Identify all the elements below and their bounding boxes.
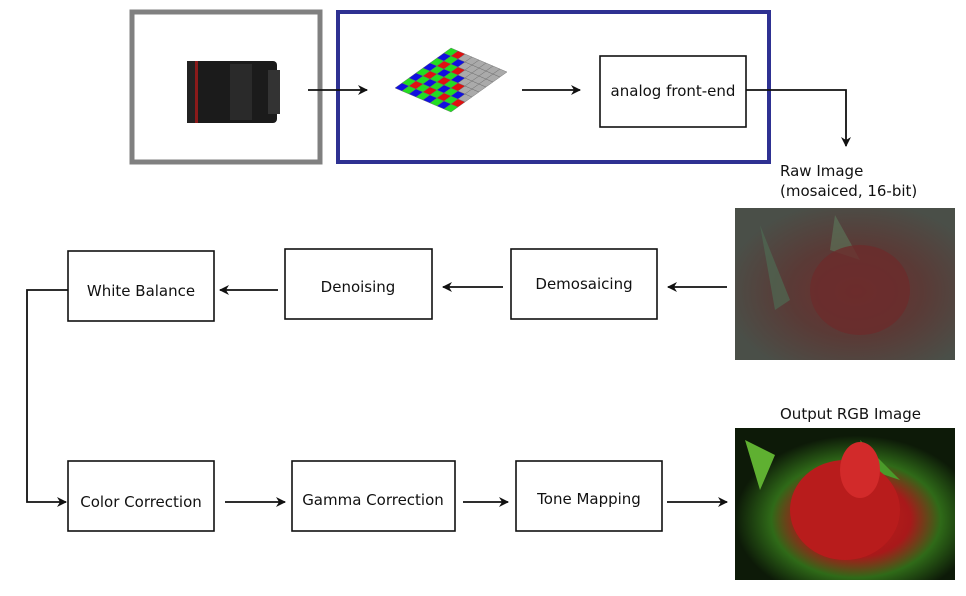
analog-front-end-label: analog front-end: [611, 82, 736, 100]
gamma-correction-label: Gamma Correction: [302, 491, 444, 509]
color-correction-label: Color Correction: [80, 493, 202, 511]
tone-mapping-label: Tone Mapping: [536, 490, 641, 508]
raw-image-subtitle: (mosaiced, 16-bit): [780, 182, 917, 200]
arrow-afe-to-raw: [746, 89, 851, 147]
bayer-sensor-icon: [394, 47, 508, 113]
output-image-title: Output RGB Image: [780, 405, 921, 423]
demosaicing-label: Demosaicing: [535, 275, 632, 293]
output-image-photo: [735, 428, 955, 580]
arrow-white-balance-to-color-correction: [26, 289, 68, 507]
isp-pipeline-diagram: analog front-end Raw Image (mosaiced, 16…: [26, 9, 955, 580]
camera-lens-icon: [187, 61, 280, 123]
white-balance-label: White Balance: [87, 282, 195, 300]
denoising-label: Denoising: [321, 278, 396, 296]
raw-image-title: Raw Image: [780, 162, 863, 180]
raw-image-photo: [735, 208, 955, 360]
